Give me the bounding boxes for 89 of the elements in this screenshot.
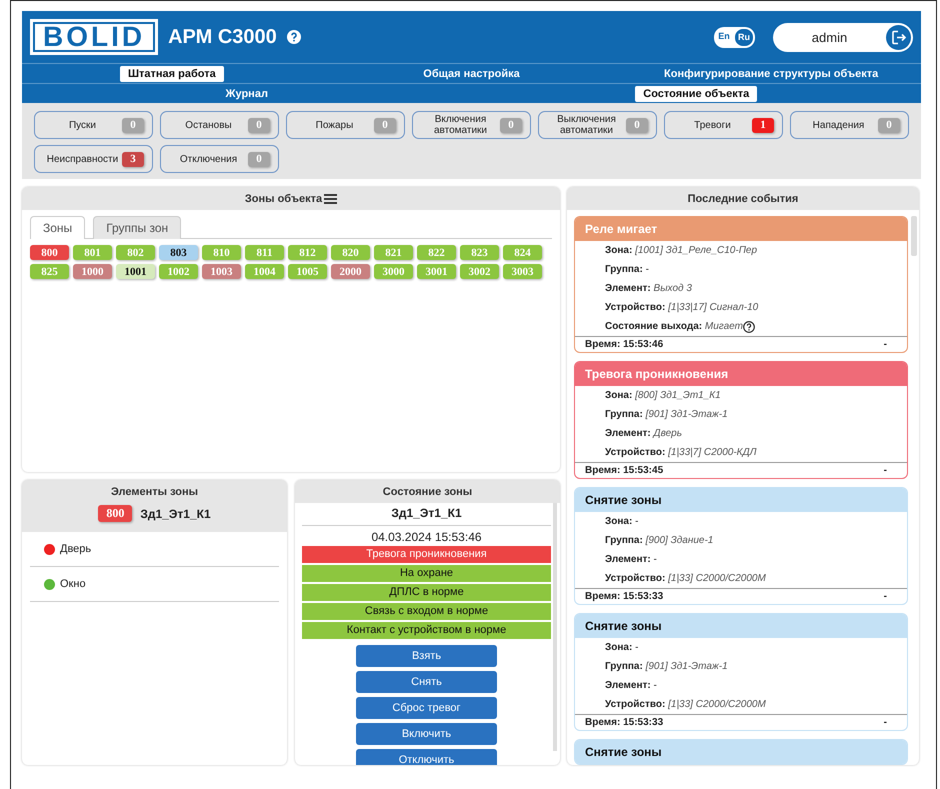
zone-button[interactable]: 800: [30, 245, 69, 260]
event-field: Зона: [800] Зд1_Эт1_К1: [605, 386, 721, 405]
nav-tab[interactable]: Штатная работа: [120, 66, 224, 82]
event-title: Реле мигает: [575, 217, 907, 241]
event-time: Время: 15:53:45: [585, 465, 664, 476]
event-field: Элемент: Выход 3: [605, 279, 692, 298]
counter-button[interactable]: Отключения 0: [160, 145, 279, 173]
status-bar: Контакт с устройством в норме: [302, 622, 551, 639]
action-button[interactable]: Отключить: [356, 749, 497, 765]
scrollbar[interactable]: [553, 503, 557, 751]
count-badge: 3: [122, 152, 144, 166]
action-button[interactable]: Снять: [356, 671, 497, 693]
username: admin: [810, 30, 848, 44]
zone-name: Зд1_Эт1_К1: [140, 506, 211, 520]
nav-tab[interactable]: Состояние объекта: [635, 86, 758, 102]
count-badge: 0: [374, 118, 396, 132]
event-field: Группа: -: [605, 260, 649, 279]
zone-name: Зд1_Эт1_К1: [302, 503, 551, 526]
event-field: Группа: [901] Зд1-Этаж-1: [605, 405, 728, 424]
zone-number: 800: [98, 505, 132, 522]
panel-title: Зоны объекта: [244, 193, 322, 205]
action-button[interactable]: Сброс тревог: [356, 697, 497, 719]
event-field: Зона: -: [605, 512, 638, 531]
event-field: Группа: [901] Зд1-Этаж-1: [605, 657, 728, 676]
scrollbar[interactable]: [911, 216, 917, 256]
action-button[interactable]: Взять: [356, 645, 497, 667]
panel-title: Состояние зоны: [295, 480, 560, 503]
zone-button[interactable]: 1003: [202, 264, 241, 279]
status-bar: На охране: [302, 565, 551, 582]
event-title: Тревога проникновения: [575, 362, 907, 386]
counter-button[interactable]: Неисправности 3: [34, 145, 153, 173]
event-title: Снятие зоны: [575, 488, 907, 512]
event-field: Зона: [1001] Зд1_Реле_С10-Пер: [605, 241, 758, 260]
menu-icon[interactable]: [324, 194, 338, 204]
status-bar: ДПЛС в норме: [302, 584, 551, 601]
event-field: Группа: [900] Здание-1: [605, 531, 714, 550]
event-mark: -: [884, 465, 887, 476]
count-badge: 0: [248, 152, 270, 166]
element-name[interactable]: Окно: [60, 578, 86, 590]
language-toggle[interactable]: Ru: [734, 28, 754, 46]
count-badge: 1: [752, 118, 774, 132]
event-field: Элемент: Дверь: [605, 424, 682, 443]
event-time: Время: 15:53:33: [585, 591, 664, 602]
zone-button[interactable]: 2000: [331, 264, 370, 279]
event-mark: -: [884, 591, 887, 602]
count-badge: 0: [626, 118, 648, 132]
counter-button[interactable]: Тревоги 1: [664, 111, 783, 139]
event-field: Устройство: [1|33] С2000/С2000М: [605, 569, 766, 588]
status-bar: Тревога проникновения: [302, 546, 551, 563]
nav-tab[interactable]: Конфигурирование структуры объекта: [656, 66, 886, 82]
event-field: Устройство: [1|33|17] Сигнал-10: [605, 298, 758, 317]
logo: BOLID: [30, 19, 158, 55]
nav-tab[interactable]: Общая настройка: [415, 66, 528, 82]
counter-button[interactable]: Остановы 0: [160, 111, 279, 139]
event-field: Зона: -: [605, 638, 638, 657]
panel-title: Последние события: [567, 187, 919, 210]
event-field: Элемент: -: [605, 676, 657, 695]
count-badge: 0: [122, 118, 144, 132]
element-name[interactable]: Дверь: [60, 543, 92, 555]
event-time: Время: 15:53:33: [585, 717, 664, 728]
logout-icon[interactable]: [886, 24, 911, 50]
event-title: Снятие зоны: [575, 614, 907, 638]
action-button[interactable]: Включить: [356, 723, 497, 745]
counter-button[interactable]: Пуски 0: [34, 111, 153, 139]
zone-button[interactable]: 1000: [73, 264, 112, 279]
zone-button[interactable]: 1001: [116, 264, 155, 279]
event-field: Состояние выхода: Мигает: [605, 317, 743, 336]
event-mark: -: [884, 339, 887, 350]
nav-tab[interactable]: Журнал: [218, 86, 276, 102]
status-bar: Связь с входом в норме: [302, 603, 551, 620]
event-field: Устройство: [1|33|7] С2000-КДЛ: [605, 443, 756, 462]
counter-button[interactable]: Включения автоматики 0: [412, 111, 531, 139]
event-mark: -: [884, 717, 887, 728]
count-badge: 0: [500, 118, 522, 132]
counter-button[interactable]: Выключения автоматики 0: [538, 111, 657, 139]
count-badge: 0: [248, 118, 270, 132]
zone-button[interactable]: 803: [159, 245, 198, 260]
count-badge: 0: [878, 118, 900, 132]
tab[interactable]: Зоны: [30, 216, 86, 239]
tab[interactable]: Группы зон: [93, 216, 182, 239]
event-field: Устройство: [1|33] С2000/С2000М: [605, 695, 766, 714]
counter-button[interactable]: Пожары 0: [286, 111, 405, 139]
counter-button[interactable]: Нападения 0: [790, 111, 909, 139]
event-title: Снятие зоны: [575, 740, 907, 764]
date-time: 04.03.2024 15:53:46: [370, 529, 483, 546]
event-time: Время: 15:53:46: [585, 339, 664, 350]
event-field: Элемент: -: [605, 550, 657, 569]
help-icon[interactable]: [742, 320, 755, 332]
app-title: АРМ С3000: [168, 26, 277, 48]
